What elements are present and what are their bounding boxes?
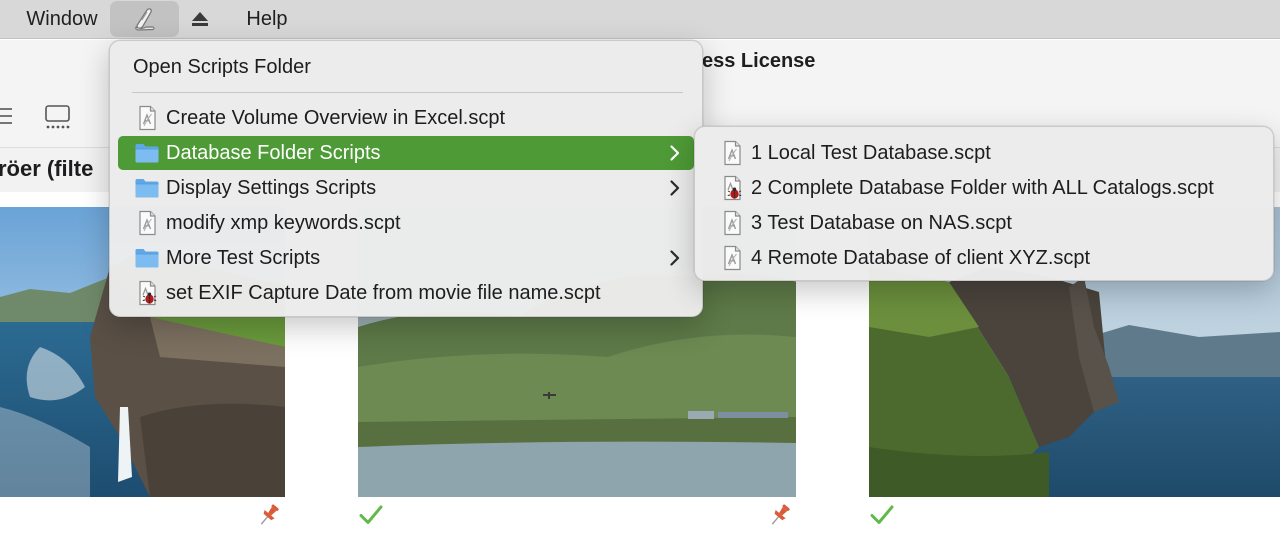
script-file-bug-icon <box>719 175 745 201</box>
menu-item-label: Display Settings Scripts <box>166 176 377 199</box>
database-folder-submenu: 1 Local Test Database.scpt 2 Complete Da… <box>694 126 1274 281</box>
script-file-bug-icon <box>134 280 160 306</box>
menu-item-label: 2 Complete Database Folder with ALL Cata… <box>751 176 1214 199</box>
menu-item-database-folder-scripts[interactable]: Database Folder Scripts <box>118 136 694 170</box>
submenu-item-complete-database-folder[interactable]: 2 Complete Database Folder with ALL Cata… <box>701 171 1267 205</box>
menu-help[interactable]: Help <box>234 0 300 38</box>
menu-item-label: Open Scripts Folder <box>133 55 311 78</box>
grid-view-icon[interactable] <box>44 104 72 130</box>
folder-icon <box>134 175 160 201</box>
menu-item-label: Database Folder Scripts <box>166 141 381 164</box>
menu-item-label: 1 Local Test Database.scpt <box>751 141 991 164</box>
script-file-icon <box>719 245 745 271</box>
submenu-item-local-test-database[interactable]: 1 Local Test Database.scpt <box>701 136 1267 170</box>
menu-item-create-volume-overview[interactable]: Create Volume Overview in Excel.scpt <box>118 101 694 135</box>
menu-bar: Window Help <box>0 0 1280 39</box>
submenu-item-remote-database-client[interactable]: 4 Remote Database of client XYZ.scpt <box>701 241 1267 275</box>
folder-icon <box>134 245 160 271</box>
submenu-item-test-database-nas[interactable]: 3 Test Database on NAS.scpt <box>701 206 1267 240</box>
chevron-right-icon <box>668 249 682 267</box>
checkmark-icon[interactable] <box>358 502 384 528</box>
menu-item-label: 4 Remote Database of client XYZ.scpt <box>751 246 1091 269</box>
menu-eject[interactable] <box>182 0 218 38</box>
chevron-right-icon <box>668 144 682 162</box>
menu-item-label: More Test Scripts <box>166 246 321 269</box>
script-file-icon <box>134 210 160 236</box>
open-scripts-folder-item[interactable]: Open Scripts Folder <box>118 50 694 84</box>
eject-icon <box>192 12 208 26</box>
pin-icon[interactable] <box>767 502 793 528</box>
scripts-dropdown-menu: Open Scripts Folder Create Volume Overvi… <box>109 40 703 317</box>
script-file-icon <box>719 140 745 166</box>
script-menu-icon <box>134 8 155 31</box>
menu-item-label: set EXIF Capture Date from movie file na… <box>166 281 601 304</box>
pin-icon[interactable] <box>256 502 282 528</box>
menu-item-label: 3 Test Database on NAS.scpt <box>751 211 1012 234</box>
checkmark-icon[interactable] <box>869 502 895 528</box>
menu-separator <box>132 92 683 93</box>
script-file-icon <box>719 210 745 236</box>
folder-icon <box>134 140 160 166</box>
menu-item-label: modify xmp keywords.scpt <box>166 211 401 234</box>
menu-item-display-settings-scripts[interactable]: Display Settings Scripts <box>118 171 694 205</box>
menu-item-modify-xmp-keywords[interactable]: modify xmp keywords.scpt <box>118 206 694 240</box>
menu-item-set-exif-capture-date[interactable]: set EXIF Capture Date from movie file na… <box>118 276 694 310</box>
menu-item-more-test-scripts[interactable]: More Test Scripts <box>118 241 694 275</box>
window-title: ess License <box>702 50 816 72</box>
menu-item-label: Create Volume Overview in Excel.scpt <box>166 106 506 129</box>
script-file-icon <box>134 105 160 131</box>
list-view-icon[interactable] <box>0 105 16 127</box>
menu-window[interactable]: Window <box>14 0 110 38</box>
chevron-right-icon <box>668 179 682 197</box>
section-title: röer (filte <box>0 156 94 181</box>
menu-scripts[interactable] <box>110 1 179 37</box>
